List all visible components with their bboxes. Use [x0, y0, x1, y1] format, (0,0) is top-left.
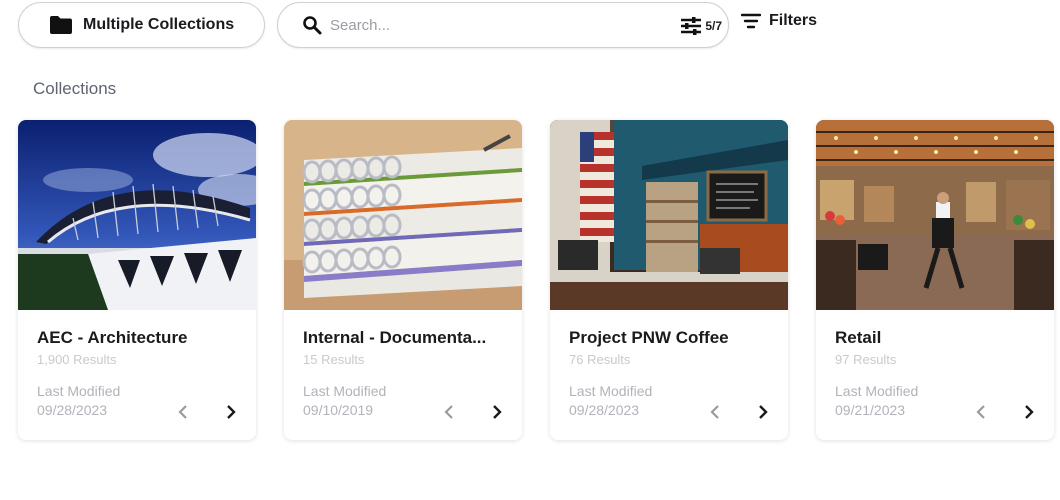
multiple-collections-button[interactable]: Multiple Collections	[18, 2, 265, 48]
chevron-left-icon[interactable]	[708, 404, 722, 420]
filter-icon	[741, 13, 761, 29]
card-results: 15 Results	[303, 352, 365, 367]
filters-label: Filters	[769, 12, 818, 29]
filters-button[interactable]: Filters	[741, 12, 817, 30]
chevron-right-icon[interactable]	[756, 404, 770, 420]
search-input[interactable]	[328, 15, 662, 35]
last-modified-date: 09/28/2023	[569, 402, 640, 418]
collection-thumbnail	[550, 120, 788, 310]
last-modified-label: Last Modified	[835, 383, 919, 399]
last-modified-date: 09/21/2023	[835, 402, 906, 418]
last-modified-label: Last Modified	[569, 383, 653, 399]
last-modified-date: 09/28/2023	[37, 402, 108, 418]
last-modified-label: Last Modified	[37, 383, 121, 399]
chevron-right-icon[interactable]	[490, 404, 504, 420]
last-modified-label: Last Modified	[303, 383, 387, 399]
toolbar: Multiple Collections 5/7 Filters	[0, 0, 1060, 50]
card-title: Internal - Documenta...	[303, 328, 487, 347]
card-title: Project PNW Coffee	[569, 328, 729, 347]
collection-thumbnail	[18, 120, 256, 310]
card-results: 1,900 Results	[37, 352, 117, 367]
card-title: Retail	[835, 328, 882, 347]
search-icon	[303, 16, 322, 35]
collection-thumbnail	[284, 120, 522, 310]
result-count: 5/7	[705, 19, 722, 33]
chevron-left-icon[interactable]	[176, 404, 190, 420]
multiple-collections-label: Multiple Collections	[83, 16, 235, 33]
adjust-icon[interactable]	[680, 17, 702, 35]
card-results: 76 Results	[569, 352, 631, 367]
last-modified-date: 09/10/2019	[303, 402, 374, 418]
collection-card-aec-architecture[interactable]: AEC - Architecture 1,900 Results Last Mo…	[18, 120, 256, 440]
card-results: 97 Results	[835, 352, 897, 367]
section-title: Collections	[33, 79, 117, 98]
collection-card-project-pnw-coffee[interactable]: Project PNW Coffee 76 Results Last Modif…	[550, 120, 788, 440]
chevron-right-icon[interactable]	[1022, 404, 1036, 420]
collection-card-internal-documentation[interactable]: Internal - Documenta... 15 Results Last …	[284, 120, 522, 440]
folder-icon	[50, 16, 72, 34]
chevron-left-icon[interactable]	[442, 404, 456, 420]
chevron-left-icon[interactable]	[974, 404, 988, 420]
collection-card-retail[interactable]: Retail 97 Results Last Modified 09/21/20…	[816, 120, 1054, 440]
card-title: AEC - Architecture	[37, 328, 188, 347]
search-bar: 5/7	[277, 2, 729, 48]
chevron-right-icon[interactable]	[224, 404, 238, 420]
collection-thumbnail	[816, 120, 1054, 310]
